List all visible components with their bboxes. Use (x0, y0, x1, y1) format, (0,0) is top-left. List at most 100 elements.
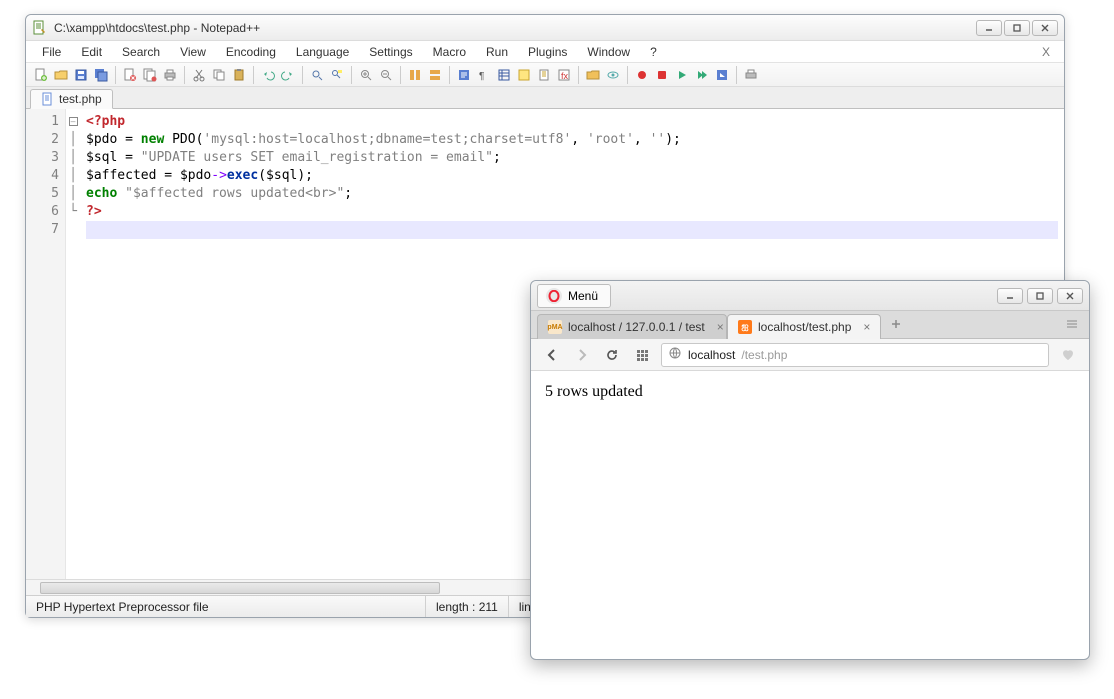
opera-titlebar[interactable]: Menü (531, 281, 1089, 311)
line-number: 2 (26, 131, 59, 149)
maximize-button[interactable] (1027, 288, 1053, 304)
close-all-icon[interactable] (141, 66, 159, 84)
tab-close-icon[interactable]: × (717, 320, 724, 334)
play-macro-icon[interactable] (673, 66, 691, 84)
menu-plugins[interactable]: Plugins (518, 43, 577, 61)
bookmark-heart-icon[interactable] (1057, 344, 1079, 366)
separator (449, 66, 450, 84)
browser-tab-test-php[interactable]: ஐ localhost/test.php × (727, 314, 881, 339)
code-token: $sql (86, 150, 117, 165)
code-token: , (571, 132, 587, 147)
sync-v-icon[interactable] (406, 66, 424, 84)
opera-window: Menü pMA localhost / 127.0.0.1 / test × … (530, 280, 1090, 660)
save-macro-icon[interactable] (713, 66, 731, 84)
menu-edit[interactable]: Edit (71, 43, 112, 61)
copy-icon[interactable] (210, 66, 228, 84)
window-titlebar[interactable]: C:\xampp\htdocs\test.php - Notepad++ (26, 15, 1064, 41)
separator (578, 66, 579, 84)
line-number-gutter: 1 2 3 4 5 6 7 (26, 109, 66, 579)
find-icon[interactable] (308, 66, 326, 84)
new-tab-icon[interactable] (885, 313, 907, 338)
menu-window[interactable]: Window (577, 43, 640, 61)
play-multi-icon[interactable] (693, 66, 711, 84)
reload-button[interactable] (601, 344, 623, 366)
menu-encoding[interactable]: Encoding (216, 43, 286, 61)
new-file-icon[interactable] (32, 66, 50, 84)
fold-toggle-icon[interactable]: – (69, 117, 78, 126)
menu-run[interactable]: Run (476, 43, 518, 61)
file-tab-test-php[interactable]: test.php (30, 89, 113, 109)
maximize-button[interactable] (1004, 20, 1030, 36)
fold-column[interactable]: – ││││└ (66, 109, 80, 579)
replace-icon[interactable] (328, 66, 346, 84)
speed-dial-icon[interactable] (631, 344, 653, 366)
func-list-icon[interactable]: fx (555, 66, 573, 84)
show-all-chars-icon[interactable]: ¶ (475, 66, 493, 84)
menu-help[interactable]: ? (640, 43, 667, 61)
tab-menu-icon[interactable] (1061, 313, 1083, 338)
opera-window-controls (997, 288, 1083, 304)
forward-button[interactable] (571, 344, 593, 366)
file-tabbar: test.php (26, 87, 1064, 109)
tab-close-icon[interactable]: × (863, 320, 870, 334)
separator (627, 66, 628, 84)
open-file-icon[interactable] (52, 66, 70, 84)
line-number: 3 (26, 149, 59, 167)
opera-menu-button[interactable]: Menü (537, 284, 611, 308)
wordwrap-icon[interactable] (455, 66, 473, 84)
svg-text:fx: fx (561, 71, 569, 81)
zoom-in-icon[interactable] (357, 66, 375, 84)
code-token (117, 186, 125, 201)
scrollbar-thumb[interactable] (40, 582, 440, 594)
close-file-icon[interactable] (121, 66, 139, 84)
print-icon[interactable] (161, 66, 179, 84)
menu-settings[interactable]: Settings (359, 43, 422, 61)
indent-guide-icon[interactable] (495, 66, 513, 84)
print2-icon[interactable] (742, 66, 760, 84)
code-token: ( (258, 168, 266, 183)
minimize-button[interactable] (997, 288, 1023, 304)
menubar-close-icon[interactable]: X (1034, 45, 1058, 59)
zoom-out-icon[interactable] (377, 66, 395, 84)
page-output-text: 5 rows updated (545, 383, 643, 400)
menu-macro[interactable]: Macro (423, 43, 476, 61)
menu-file[interactable]: File (32, 43, 71, 61)
monitor-eye-icon[interactable] (604, 66, 622, 84)
separator (736, 66, 737, 84)
paste-icon[interactable] (230, 66, 248, 84)
close-button[interactable] (1057, 288, 1083, 304)
menu-view[interactable]: View (170, 43, 216, 61)
status-length: length : 211 (426, 596, 509, 617)
user-lang-icon[interactable] (515, 66, 533, 84)
record-macro-icon[interactable] (633, 66, 651, 84)
file-icon (41, 92, 55, 106)
menu-search[interactable]: Search (112, 43, 170, 61)
doc-map-icon[interactable] (535, 66, 553, 84)
opera-menu-label: Menü (568, 289, 598, 303)
save-all-icon[interactable] (92, 66, 110, 84)
code-token: exec (227, 168, 258, 183)
undo-icon[interactable] (259, 66, 277, 84)
cut-icon[interactable] (190, 66, 208, 84)
sync-h-icon[interactable] (426, 66, 444, 84)
address-bar[interactable]: localhost/test.php (661, 343, 1049, 367)
xampp-favicon-icon: ஐ (738, 320, 752, 334)
stop-macro-icon[interactable] (653, 66, 671, 84)
opera-logo-icon (546, 288, 562, 304)
opera-navbar: localhost/test.php (531, 339, 1089, 371)
tab-label: localhost/test.php (758, 320, 851, 334)
separator (302, 66, 303, 84)
folder-icon[interactable] (584, 66, 602, 84)
url-host: localhost (688, 348, 735, 362)
separator (184, 66, 185, 84)
back-button[interactable] (541, 344, 563, 366)
save-icon[interactable] (72, 66, 90, 84)
minimize-button[interactable] (976, 20, 1002, 36)
redo-icon[interactable] (279, 66, 297, 84)
line-number: 1 (26, 113, 59, 131)
code-token: 'root' (587, 132, 634, 147)
menu-language[interactable]: Language (286, 43, 359, 61)
browser-tab-phpmyadmin[interactable]: pMA localhost / 127.0.0.1 / test × (537, 314, 727, 339)
url-path: /test.php (741, 348, 787, 362)
close-button[interactable] (1032, 20, 1058, 36)
